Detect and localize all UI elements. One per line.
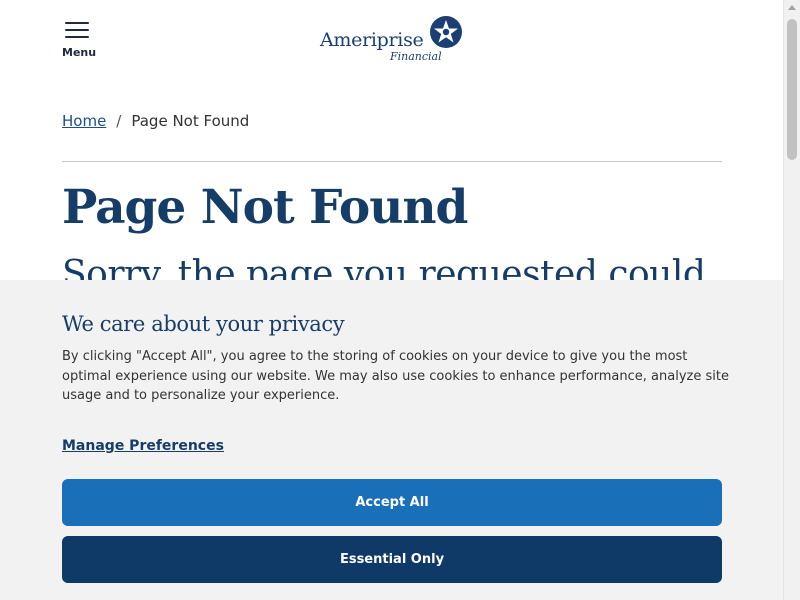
cookie-banner-title: We care about your privacy <box>62 312 345 336</box>
star-emblem-icon <box>430 16 462 48</box>
essential-only-button[interactable]: Essential Only <box>62 536 722 583</box>
ameriprise-logo[interactable]: Ameriprise Financial <box>319 14 467 66</box>
divider <box>62 161 722 162</box>
scroll-up-arrow-icon[interactable] <box>788 5 796 10</box>
logo-brand-text: Ameriprise <box>320 29 424 51</box>
cookie-consent-banner: We care about your privacy By clicking "… <box>0 280 783 600</box>
accept-all-button[interactable]: Accept All <box>62 479 722 526</box>
hamburger-icon <box>65 22 89 38</box>
logo-sub-text: Financial <box>390 50 442 63</box>
breadcrumb-separator: / <box>116 112 122 130</box>
breadcrumb-home-link[interactable]: Home <box>62 112 106 130</box>
breadcrumb: Home / Page Not Found <box>62 112 249 130</box>
manage-preferences-link[interactable]: Manage Preferences <box>62 438 224 454</box>
cookie-banner-text: By clicking "Accept All", you agree to t… <box>62 349 729 403</box>
vertical-scrollbar[interactable] <box>783 0 800 600</box>
menu-button[interactable]: Menu <box>62 22 96 59</box>
page-title: Page Not Found <box>62 180 468 235</box>
menu-label: Menu <box>62 46 97 59</box>
breadcrumb-current: Page Not Found <box>131 112 250 130</box>
scrollbar-thumb[interactable] <box>787 19 797 160</box>
